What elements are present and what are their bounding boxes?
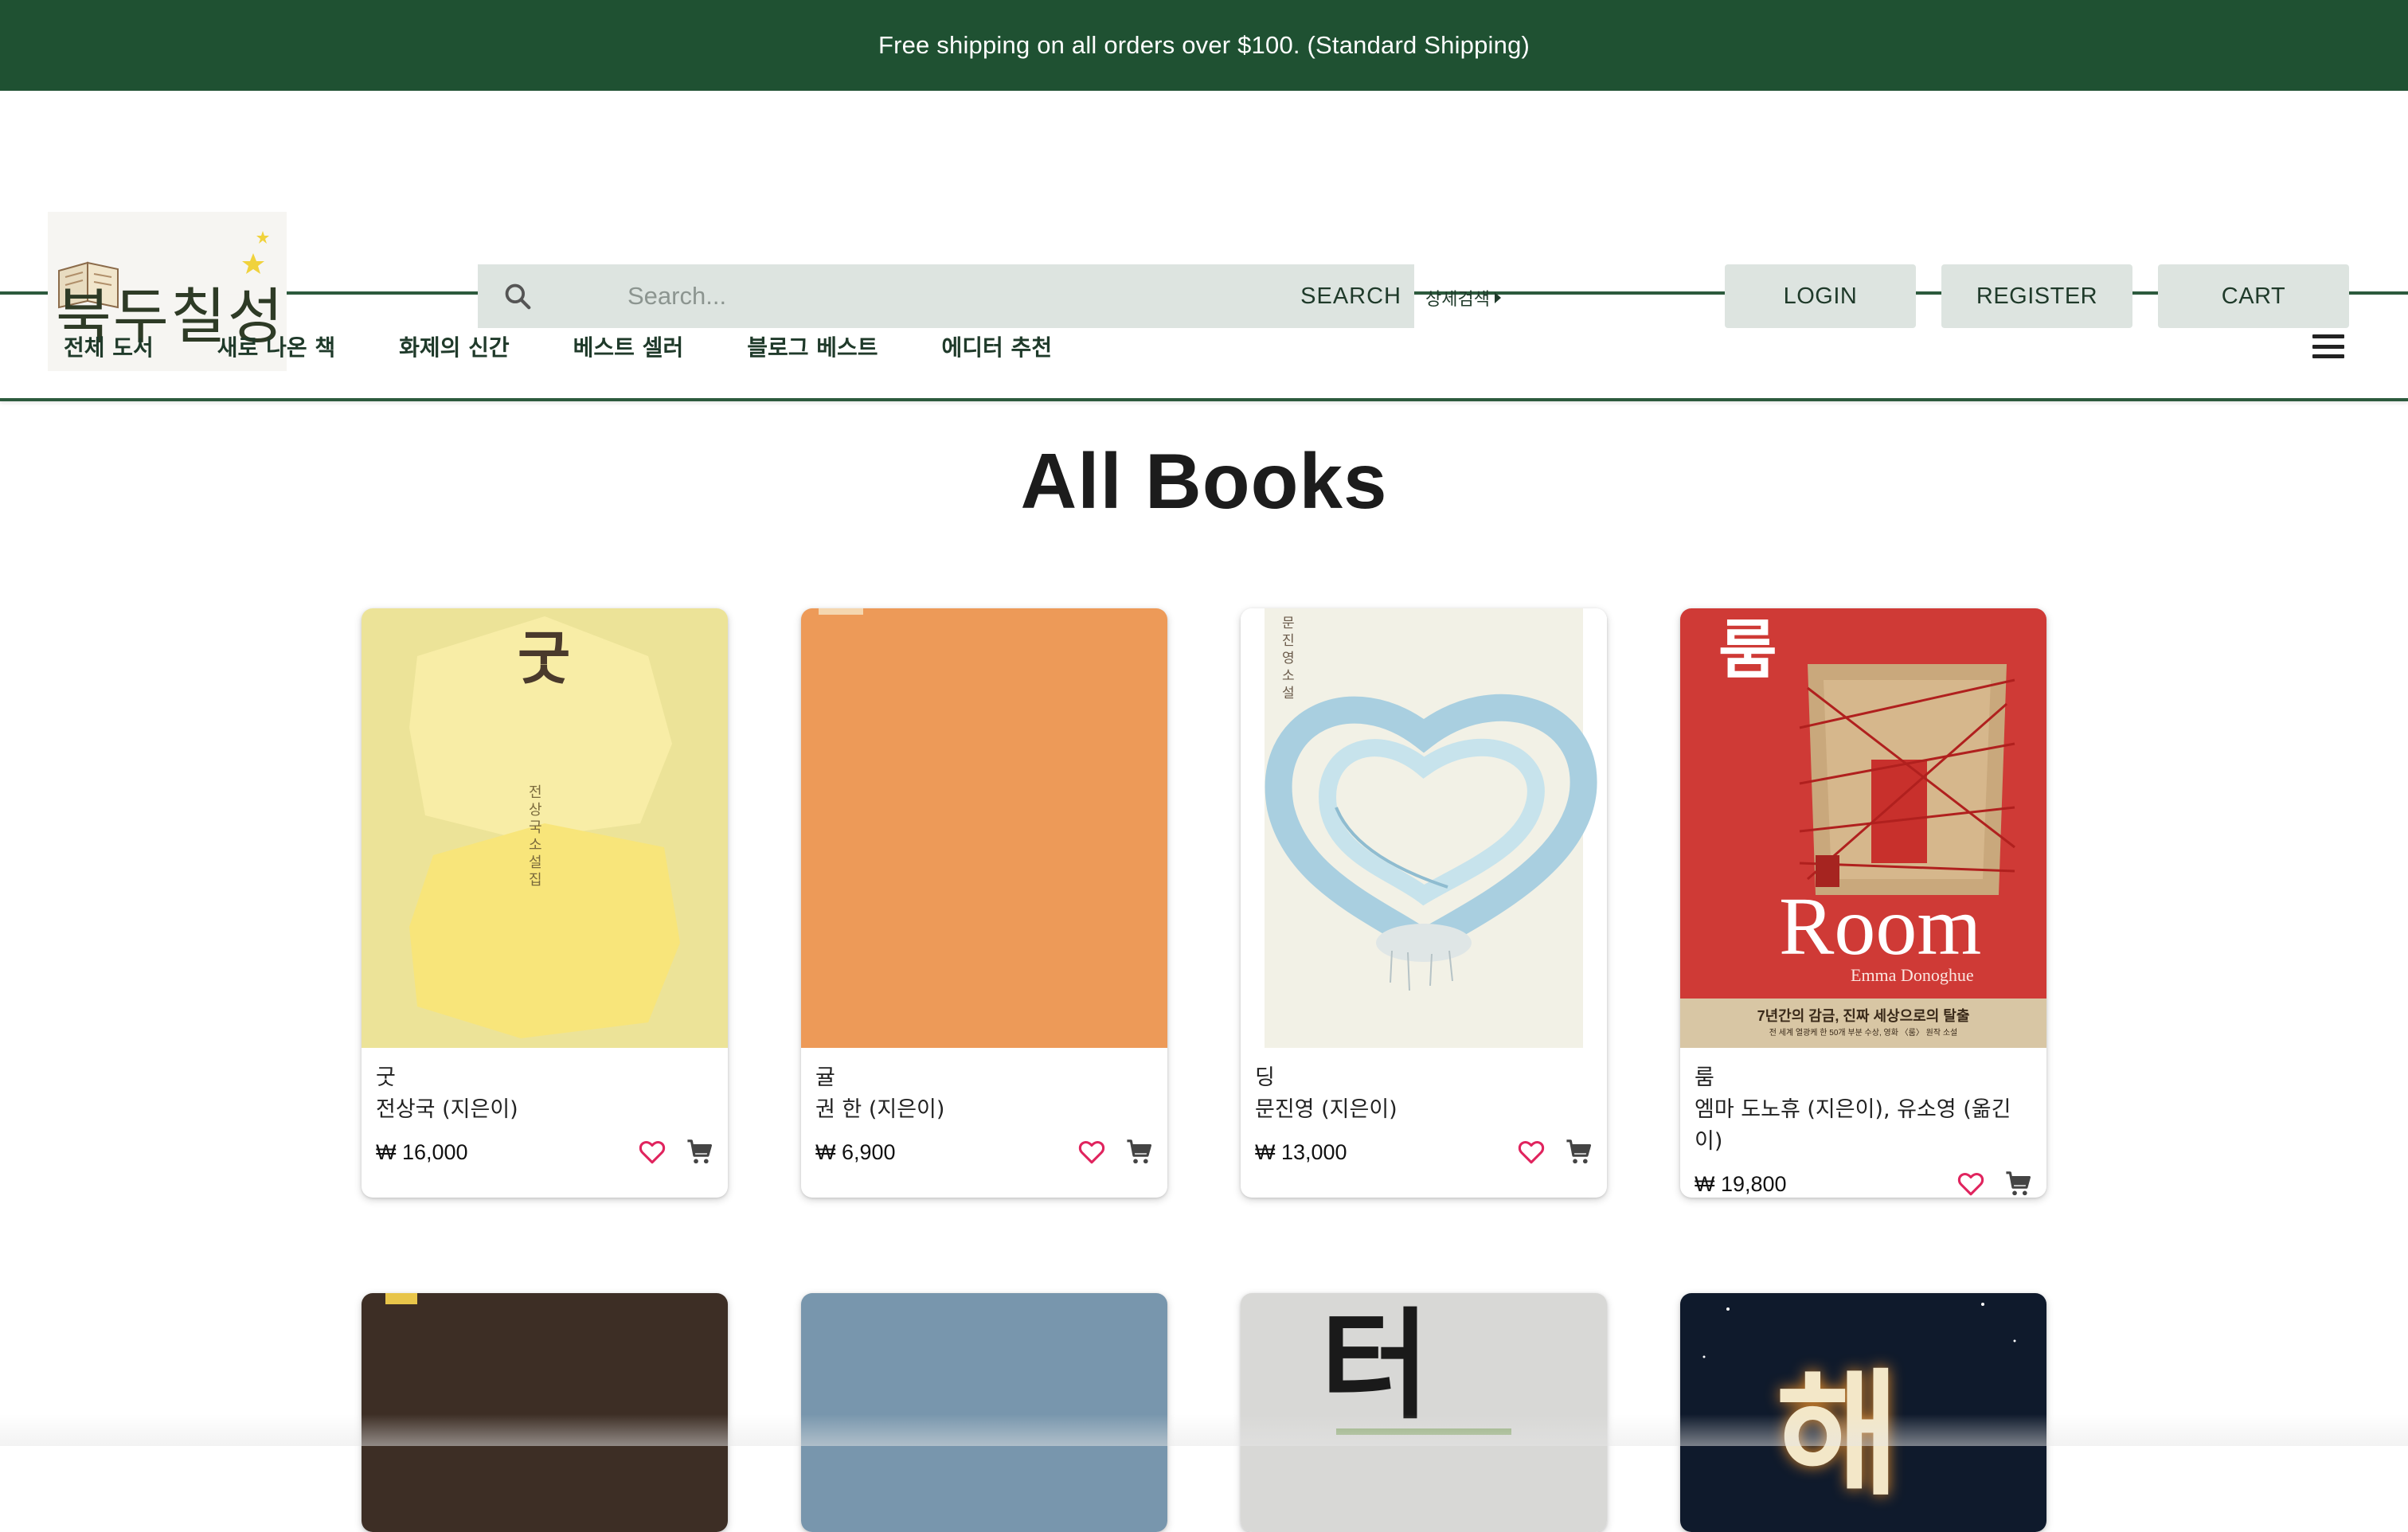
category-nav: 전체 도서 새로 나온 책 화제의 신간 베스트 셀러 블로그 베스트 에디터 … [0, 295, 2408, 401]
book-footer: ₩ 16,000 [376, 1137, 715, 1167]
book-cover[interactable]: 룸 Room Emma Donoghue 7년간의 감금, 진짜 세상으로의 탈… [1680, 608, 2046, 1048]
book-title[interactable]: 룸 [1695, 1062, 2034, 1094]
book-actions [1516, 1137, 1594, 1167]
book-author: 엠마 도노휴 (지은이), 유소영 (옮긴이) [1695, 1094, 2034, 1158]
cover-tagline: 7년간의 감금, 진짜 세상으로의 탈출 [1680, 1005, 2046, 1026]
book-price: ₩ 13,000 [1255, 1140, 1347, 1165]
book-title[interactable]: 딩 [1255, 1062, 1594, 1094]
book-author: 권 한 (지은이) [815, 1094, 1155, 1126]
book-card[interactable]: 문진영 소설 딩 문진영 (지은이) ₩ 13,000 [1241, 608, 1607, 1198]
cart-icon[interactable] [1124, 1137, 1155, 1167]
book-price: ₩ 16,000 [376, 1140, 468, 1165]
nav-item-all-books[interactable]: 전체 도서 [64, 330, 154, 362]
book-card[interactable]: 해 [1680, 1293, 2046, 1532]
book-author: 문진영 (지은이) [1255, 1094, 1594, 1126]
cover-title: 굿 [518, 612, 570, 695]
cover-english-title: Room [1779, 879, 1981, 974]
promo-text: Free shipping on all orders over $100. (… [878, 31, 1530, 60]
cover-korean-title: 룸 [1718, 608, 1777, 691]
hamburger-menu-icon[interactable] [2312, 334, 2344, 358]
promo-banner: Free shipping on all orders over $100. (… [0, 0, 2408, 91]
nav-item-trending[interactable]: 화제의 신간 [399, 330, 510, 362]
book-title[interactable]: 귤 [815, 1062, 1155, 1094]
book-card[interactable] [801, 1293, 1167, 1532]
site-header: 북두칠성 SEARCH 상세검색 LOGIN REGISTER CART [0, 91, 2408, 295]
book-price: ₩ 6,900 [815, 1140, 896, 1165]
book-footer: ₩ 19,800 [1695, 1169, 2034, 1198]
book-info: 룸 엠마 도노휴 (지은이), 유소영 (옮긴이) ₩ 19,800 [1680, 1048, 2046, 1198]
book-grid: 굿 전상국 소설집 굿 전상국 (지은이) ₩ 16,000 [362, 608, 2048, 1532]
book-card[interactable]: 귤 권 한 (지은이) ₩ 6,900 [801, 608, 1167, 1198]
book-cover[interactable]: 굿 전상국 소설집 [362, 608, 728, 1048]
cover-art [1241, 1293, 1607, 1532]
book-footer: ₩ 13,000 [1255, 1137, 1594, 1167]
book-title[interactable]: 굿 [376, 1062, 715, 1094]
nav-item-bestseller[interactable]: 베스트 셀러 [573, 330, 684, 362]
cover-small-text: 전 세계 열광케 한 50개 부분 수상, 영화 〈룸〉 원작 소설 [1680, 1026, 2046, 1038]
cover-subtitle: 전상국 소설집 [529, 784, 548, 889]
book-row: 굿 전상국 소설집 굿 전상국 (지은이) ₩ 16,000 [362, 608, 2048, 1198]
cart-icon[interactable] [685, 1137, 715, 1167]
nav-item-editor-pick[interactable]: 에디터 추천 [942, 330, 1053, 362]
bottom-fade [0, 1414, 2408, 1446]
book-footer: ₩ 6,900 [815, 1137, 1155, 1167]
book-info: 딩 문진영 (지은이) ₩ 13,000 [1241, 1048, 1607, 1167]
book-actions [1077, 1137, 1155, 1167]
book-price: ₩ 19,800 [1695, 1172, 1787, 1197]
cover-art [362, 1293, 728, 1532]
cover-author: Emma Donoghue [1851, 965, 1974, 986]
nav-item-new-books[interactable]: 새로 나온 책 [217, 330, 335, 362]
cart-icon[interactable] [2003, 1169, 2034, 1198]
book-cover[interactable] [362, 1293, 728, 1532]
page-title: All Books [0, 436, 2408, 526]
book-actions [1956, 1169, 2034, 1198]
book-cover[interactable]: 터 [1241, 1293, 1607, 1532]
book-cover[interactable] [801, 608, 1167, 1048]
nav-item-blog-best[interactable]: 블로그 베스트 [747, 330, 878, 362]
book-author: 전상국 (지은이) [376, 1094, 715, 1126]
book-row: 터 해 [362, 1293, 2048, 1532]
book-actions [637, 1137, 715, 1167]
book-info: 귤 권 한 (지은이) ₩ 6,900 [801, 1048, 1167, 1167]
book-cover[interactable]: 문진영 소설 [1241, 608, 1607, 1048]
cover-vertical-text: 문진영 소설 [1282, 615, 1298, 702]
cart-icon[interactable] [1564, 1137, 1594, 1167]
heart-outline-icon[interactable] [1956, 1169, 1986, 1198]
book-card[interactable]: 터 [1241, 1293, 1607, 1532]
book-card[interactable]: 굿 전상국 소설집 굿 전상국 (지은이) ₩ 16,000 [362, 608, 728, 1198]
cover-art [801, 608, 1167, 1048]
book-card[interactable]: 룸 Room Emma Donoghue 7년간의 감금, 진짜 세상으로의 탈… [1680, 608, 2046, 1198]
heart-outline-icon[interactable] [1516, 1137, 1546, 1167]
book-cover[interactable]: 해 [1680, 1293, 2046, 1532]
book-info: 굿 전상국 (지은이) ₩ 16,000 [362, 1048, 728, 1167]
heart-outline-icon[interactable] [637, 1137, 667, 1167]
book-card[interactable] [362, 1293, 728, 1532]
book-cover[interactable] [801, 1293, 1167, 1532]
heart-outline-icon[interactable] [1077, 1137, 1107, 1167]
